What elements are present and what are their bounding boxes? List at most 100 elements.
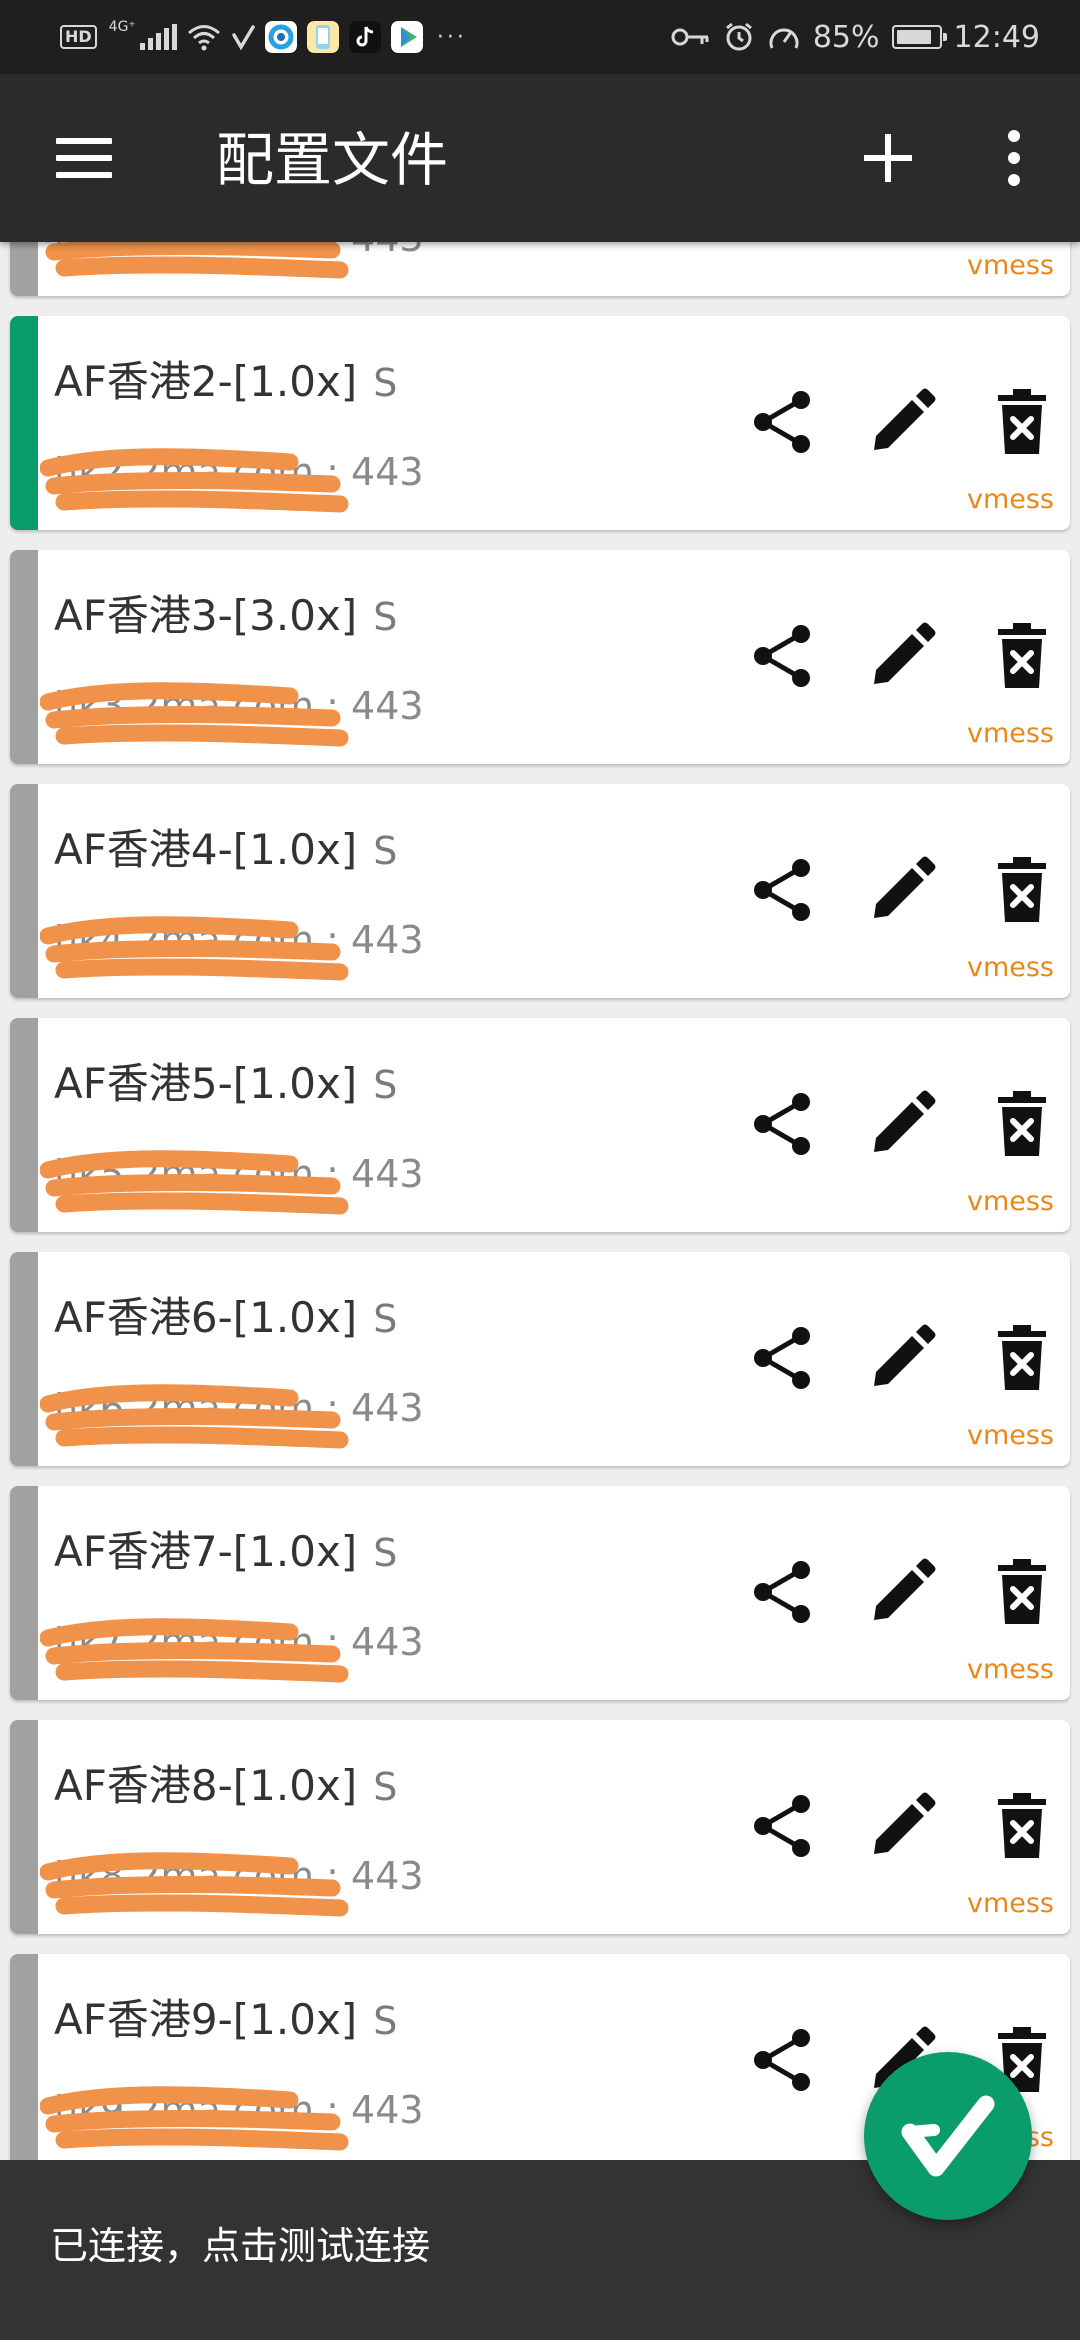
server-card[interactable]: AF香港6-[1.0x] S hk6.2ma.com : 443 vmess [10, 1252, 1070, 1466]
wifi-icon [187, 25, 220, 51]
app-icon-circle [264, 21, 297, 53]
server-flag: S [373, 1063, 398, 1107]
server-name: AF香港9-[1.0x] S [54, 1994, 397, 2047]
tiktok-icon [348, 21, 381, 53]
selection-indicator [10, 1252, 38, 1466]
server-address: hk9.2ma.com : 443 [54, 2088, 424, 2132]
server-address: hk4.2ma.com : 443 [54, 918, 424, 962]
server-card[interactable]: AF香港7-[1.0x] S hk7.2ma.com : 443 vmess [10, 1486, 1070, 1700]
connect-fab[interactable] [864, 2052, 1032, 2220]
selection-indicator [10, 1486, 38, 1700]
share-icon[interactable] [744, 1788, 820, 1864]
more-vert-icon[interactable] [990, 126, 1038, 190]
delete-icon[interactable] [984, 1788, 1060, 1864]
edit-icon[interactable] [864, 618, 940, 694]
selection-indicator [10, 550, 38, 764]
delete-icon[interactable] [984, 1086, 1060, 1162]
selection-indicator [10, 1954, 38, 2160]
share-icon[interactable] [744, 618, 820, 694]
server-address: hk3.2ma.com : 443 [54, 684, 424, 728]
protocol-type: vmess [966, 1186, 1054, 1217]
delete-icon[interactable] [984, 384, 1060, 460]
add-icon[interactable] [850, 120, 926, 196]
battery-icon [891, 25, 947, 49]
server-flag: S [373, 361, 398, 405]
server-name: AF香港6-[1.0x] S [54, 1292, 397, 1345]
server-flag: S [373, 1531, 398, 1575]
alarm-icon [725, 22, 752, 51]
edit-icon[interactable] [864, 1086, 940, 1162]
server-card[interactable]: AF香港4-[1.0x] S hk4.2ma.com : 443 vmess [10, 784, 1070, 998]
share-icon[interactable] [744, 2022, 820, 2098]
edit-icon[interactable] [864, 1788, 940, 1864]
selection-indicator [10, 784, 38, 998]
server-name: AF香港3-[3.0x] S [54, 590, 397, 643]
share-icon[interactable] [744, 384, 820, 460]
v2ray-status-icon [232, 25, 255, 51]
server-address: hk6.2ma.com : 443 [54, 1386, 424, 1430]
page-title: 配置文件 [216, 126, 449, 194]
server-address: hk8.2ma.com : 443 [54, 1854, 424, 1898]
network-type: 4G⁺ [108, 19, 136, 35]
server-name-text: AF香港3-[3.0x] [54, 591, 358, 640]
server-flag: S [373, 1297, 398, 1341]
server-card[interactable]: AF香港1-[1.0x]S hk1.2ma.com : 443 v [10, 242, 1070, 296]
protocol-type: vmess [966, 718, 1054, 749]
share-icon[interactable] [744, 1554, 820, 1630]
protocol-type: vmess [966, 952, 1054, 983]
server-name-text: AF香港2-[1.0x] [54, 357, 358, 406]
share-icon[interactable] [744, 1086, 820, 1162]
delete-icon[interactable] [984, 1320, 1060, 1396]
edit-icon[interactable] [864, 384, 940, 460]
server-card[interactable]: AF香港8-[1.0x] S hk8.2ma.com : 443 vmess [10, 1720, 1070, 1934]
server-list[interactable]: AF香港1-[1.0x]S hk1.2ma.com : 443 v [0, 242, 1080, 2160]
server-name-text: AF香港7-[1.0x] [54, 1527, 358, 1576]
server-name-text: AF香港9-[1.0x] [54, 1995, 358, 2044]
server-flag: S [373, 1999, 398, 2043]
edit-icon[interactable] [864, 1320, 940, 1396]
protocol-type: vmess [966, 1888, 1054, 1919]
edit-icon[interactable] [864, 1554, 940, 1630]
share-icon[interactable] [744, 1320, 820, 1396]
selection-indicator [10, 1720, 38, 1934]
status-right: 85% 12:49 [671, 14, 1040, 60]
server-address: hk1.2ma.com : 443 [54, 242, 424, 262]
key-icon [671, 28, 709, 46]
protocol-type: vmess [966, 484, 1054, 515]
v-logo-icon [901, 2095, 995, 2177]
server-name-text: AF香港6-[1.0x] [54, 1293, 358, 1342]
app-bar: 配置文件 [0, 74, 1080, 242]
delete-icon[interactable] [984, 1554, 1060, 1630]
server-card[interactable]: AF香港3-[3.0x] S hk3.2ma.com : 443 vmess [10, 550, 1070, 764]
delete-icon[interactable] [984, 618, 1060, 694]
speed-icon [769, 28, 799, 49]
clock: 12:49 [953, 19, 1040, 55]
status-left: HD 4G⁺ ··· [60, 14, 467, 60]
selection-indicator [10, 242, 38, 296]
server-flag: S [373, 595, 398, 639]
server-name-text: AF香港4-[1.0x] [54, 825, 358, 874]
server-card[interactable]: AF香港2-[1.0x] S hk2.2ma.com : 443 vmess [10, 316, 1070, 530]
share-icon[interactable] [744, 852, 820, 928]
server-name: AF香港5-[1.0x] S [54, 1058, 397, 1111]
server-address: hk5.2ma.com : 443 [54, 1152, 424, 1196]
server-flag: S [373, 1765, 398, 1809]
server-name: AF香港8-[1.0x] S [54, 1760, 397, 1813]
signal-icon [139, 24, 177, 50]
protocol-type: vmess [966, 1654, 1054, 1685]
server-name: AF香港4-[1.0x] S [54, 824, 397, 877]
menu-icon[interactable] [44, 128, 124, 188]
status-bar: HD 4G⁺ ··· 85% 12:49 [0, 0, 1080, 74]
connection-status-text: 已连接，点击测试连接 [50, 2224, 431, 2268]
server-name-text: AF香港5-[1.0x] [54, 1059, 358, 1108]
app-icon-phone [306, 21, 339, 53]
server-address: hk2.2ma.com : 443 [54, 450, 424, 494]
server-card[interactable]: AF香港5-[1.0x] S hk5.2ma.com : 443 vmess [10, 1018, 1070, 1232]
battery-percent: 85% [812, 19, 880, 55]
more-notifications: ··· [436, 24, 467, 50]
edit-icon[interactable] [864, 852, 940, 928]
server-flag: S [373, 829, 398, 873]
delete-icon[interactable] [984, 852, 1060, 928]
server-name: AF香港7-[1.0x] S [54, 1526, 397, 1579]
hd-badge: HD [60, 25, 97, 49]
